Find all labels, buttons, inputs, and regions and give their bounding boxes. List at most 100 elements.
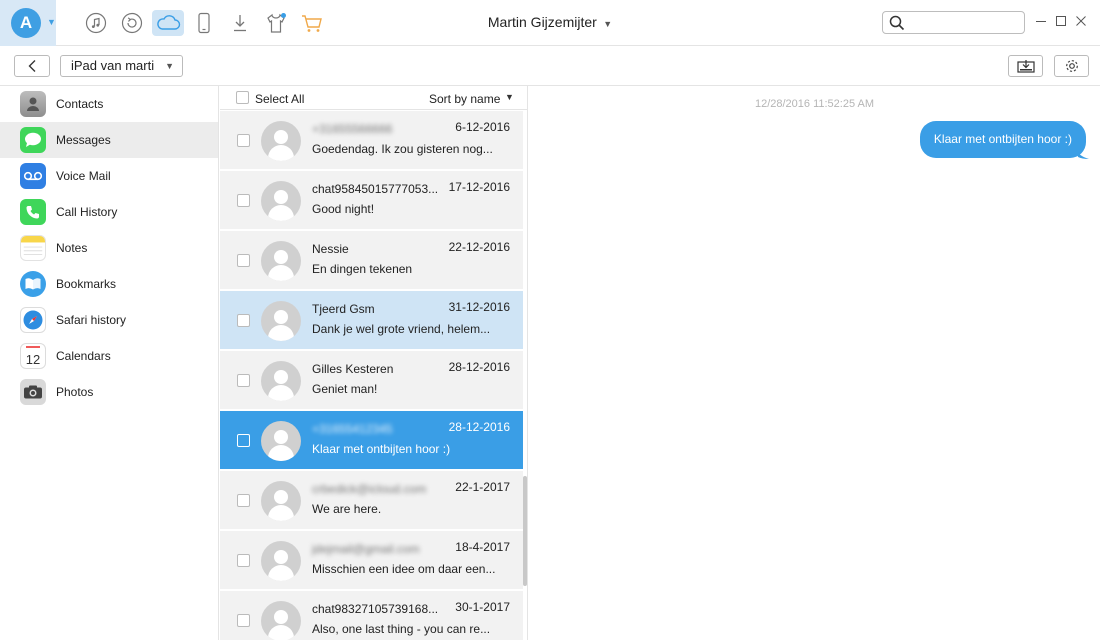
select-all-label[interactable]: Select All	[255, 92, 304, 106]
message-preview: We are here.	[312, 502, 382, 516]
sidebar-item-calendars[interactable]: 12 Calendars	[0, 338, 218, 374]
conversation-row[interactable]: crbedick@icloud.com 22-1-2017 We are here.	[220, 471, 523, 530]
conversation-row[interactable]: +31655412345 28-12-2016 Klaar met ontbijte…	[220, 411, 523, 470]
conversation-row[interactable]: Gilles Kesteren 28-12-2016 Geniet man!	[220, 351, 523, 410]
book-icon	[20, 271, 46, 297]
sidebar-item-label: Messages	[56, 133, 111, 147]
search-input[interactable]	[909, 15, 1019, 31]
close-icon[interactable]	[1074, 14, 1088, 28]
message-pane: 12/28/2016 11:52:25 AM Klaar met ontbijt…	[529, 86, 1100, 640]
sidebar-item-call-history[interactable]: Call History	[0, 194, 218, 230]
message-preview: Misschien een idee om daar een...	[312, 562, 496, 576]
contact-name: +31655412345	[312, 422, 393, 436]
avatar	[261, 481, 301, 521]
avatar	[261, 541, 301, 581]
restore-icon[interactable]	[119, 10, 145, 36]
app-logo-menu[interactable]: A ▼	[0, 0, 56, 46]
contacts-icon	[20, 91, 46, 117]
row-checkbox[interactable]	[237, 614, 250, 627]
contact-name: Tjeerd Gsm	[312, 302, 375, 316]
cloud-icon[interactable]	[152, 10, 184, 36]
device-name: iPad van marti	[71, 58, 155, 73]
message-date: 18-4-2017	[455, 540, 510, 554]
list-header: Select All Sort by name ▼	[220, 86, 527, 110]
chevron-left-icon	[28, 60, 36, 72]
sidebar-item-contacts[interactable]: Contacts	[0, 86, 218, 122]
caret-down-icon[interactable]: ▼	[505, 92, 514, 102]
row-checkbox[interactable]	[237, 314, 250, 327]
minimize-icon[interactable]	[1034, 14, 1048, 28]
sidebar-item-voicemail[interactable]: Voice Mail	[0, 158, 218, 194]
back-button[interactable]	[14, 55, 50, 77]
chevron-down-icon: ▼	[600, 19, 613, 29]
avatar	[261, 301, 301, 341]
phone-icon	[20, 199, 46, 225]
conversation-row[interactable]: chat95845015777053... 17-12-2016 Good nigh…	[220, 171, 523, 230]
message-date: 31-12-2016	[448, 300, 510, 314]
account-selector[interactable]: Martin Gijzemijter ▼	[450, 14, 650, 30]
sidebar-item-label: Bookmarks	[56, 277, 117, 291]
row-checkbox[interactable]	[237, 134, 250, 147]
search-icon	[889, 15, 905, 34]
row-checkbox[interactable]	[237, 374, 250, 387]
conversation-row[interactable]: jdejmail@gmail.com 18-4-2017 Misschien een…	[220, 531, 523, 590]
message-bubble: Klaar met ontbijten hoor :)	[919, 121, 1086, 158]
message-date: 28-12-2016	[448, 360, 510, 374]
conversation-row[interactable]: chat98327105739168... 30-1-2017 Also, one …	[220, 591, 523, 640]
sidebar-item-notes[interactable]: Notes	[0, 230, 218, 266]
avatar	[261, 421, 301, 461]
music-icon[interactable]	[83, 10, 109, 36]
message-date: 30-1-2017	[455, 600, 510, 614]
sidebar-item-label: Safari history	[56, 313, 127, 327]
app-logo-icon: A	[11, 8, 41, 38]
contact-name: chat98327105739168...	[312, 602, 439, 616]
tshirt-icon[interactable]	[263, 10, 289, 36]
conversation-row[interactable]: +31655566666 6-12-2016 Goedendag. Ik zou g…	[220, 111, 523, 170]
export-to-computer-button[interactable]	[1008, 55, 1043, 77]
chevron-down-icon: ▼	[47, 17, 56, 27]
row-checkbox[interactable]	[237, 554, 250, 567]
row-checkbox[interactable]	[237, 494, 250, 507]
message-date: 22-1-2017	[455, 480, 510, 494]
row-checkbox[interactable]	[237, 434, 250, 447]
sidebar-item-label: Voice Mail	[56, 169, 111, 183]
sidebar-item-label: Photos	[56, 385, 94, 399]
select-all-checkbox[interactable]	[236, 91, 249, 104]
conversation-row[interactable]: Tjeerd Gsm 31-12-2016 Dank je wel grote vr…	[220, 291, 523, 350]
message-preview: Dank je wel grote vriend, helem...	[312, 322, 491, 336]
avatar	[261, 601, 301, 640]
chevron-down-icon: ▼	[165, 61, 174, 71]
sidebar-item-label: Notes	[56, 241, 88, 255]
sidebar-item-bookmarks[interactable]: Bookmarks	[0, 266, 218, 302]
sidebar-item-safari-history[interactable]: Safari history	[0, 302, 218, 338]
gear-icon	[1065, 60, 1078, 72]
message-preview: Goedendag. Ik zou gisteren nog...	[312, 142, 493, 156]
avatar	[261, 181, 301, 221]
camera-icon	[20, 379, 46, 405]
sidebar-item-label: Contacts	[56, 97, 104, 111]
cart-icon[interactable]	[299, 10, 325, 36]
export-icon	[1016, 60, 1035, 73]
calendar-icon: 12	[20, 343, 46, 369]
phone-device-icon[interactable]	[191, 10, 217, 36]
settings-button[interactable]	[1054, 55, 1089, 77]
maximize-icon[interactable]	[1054, 14, 1068, 28]
row-checkbox[interactable]	[237, 194, 250, 207]
avatar	[261, 121, 301, 161]
sidebar-item-photos[interactable]: Photos	[0, 374, 218, 410]
sidebar-item-label: Call History	[56, 205, 118, 219]
contact-name: Nessie	[312, 242, 349, 256]
sidebar-item-messages[interactable]: Messages	[0, 122, 218, 158]
conversation-row[interactable]: Nessie 22-12-2016 En dingen tekenen	[220, 231, 523, 290]
device-selector[interactable]: iPad van marti ▼	[60, 55, 183, 77]
message-preview: Also, one last thing - you can re...	[312, 622, 491, 636]
sidebar-item-label: Calendars	[56, 349, 111, 363]
list-scrollbar[interactable]	[523, 476, 527, 586]
contact-name: chat95845015777053...	[312, 182, 439, 196]
message-preview: Klaar met ontbijten hoor :)	[312, 442, 451, 456]
download-icon[interactable]	[227, 10, 253, 36]
search-box[interactable]	[882, 11, 1025, 34]
sort-dropdown[interactable]: Sort by name	[429, 92, 500, 106]
row-checkbox[interactable]	[237, 254, 250, 267]
avatar	[261, 361, 301, 401]
